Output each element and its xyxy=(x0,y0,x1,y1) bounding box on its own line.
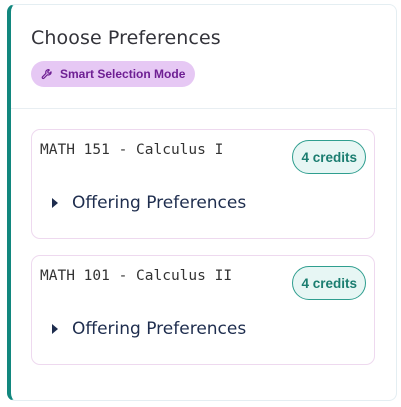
panel-title: Choose Preferences xyxy=(31,27,221,49)
offering-preferences-label: Offering Preferences xyxy=(72,193,247,213)
caret-right-icon xyxy=(52,324,58,334)
credits-badge: 4 credits xyxy=(292,266,366,300)
course-card: MATH 151 - Calculus I 4 credits Offering… xyxy=(31,129,375,239)
credits-badge: 4 credits xyxy=(292,140,366,174)
smart-selection-mode-badge[interactable]: Smart Selection Mode xyxy=(31,61,196,87)
offering-preferences-toggle[interactable]: Offering Preferences xyxy=(52,319,246,339)
offering-preferences-label: Offering Preferences xyxy=(72,319,247,339)
course-title: MATH 151 - Calculus I xyxy=(40,142,224,158)
offering-preferences-toggle[interactable]: Offering Preferences xyxy=(52,193,246,213)
mode-badge-label: Smart Selection Mode xyxy=(60,67,186,81)
caret-right-icon xyxy=(52,198,58,208)
preferences-panel: Choose Preferences Smart Selection Mode … xyxy=(7,4,397,401)
course-card: MATH 101 - Calculus II 4 credits Offerin… xyxy=(31,255,375,365)
course-title: MATH 101 - Calculus II xyxy=(40,268,233,284)
panel-header: Choose Preferences Smart Selection Mode xyxy=(11,5,396,109)
wrench-icon xyxy=(41,68,53,80)
